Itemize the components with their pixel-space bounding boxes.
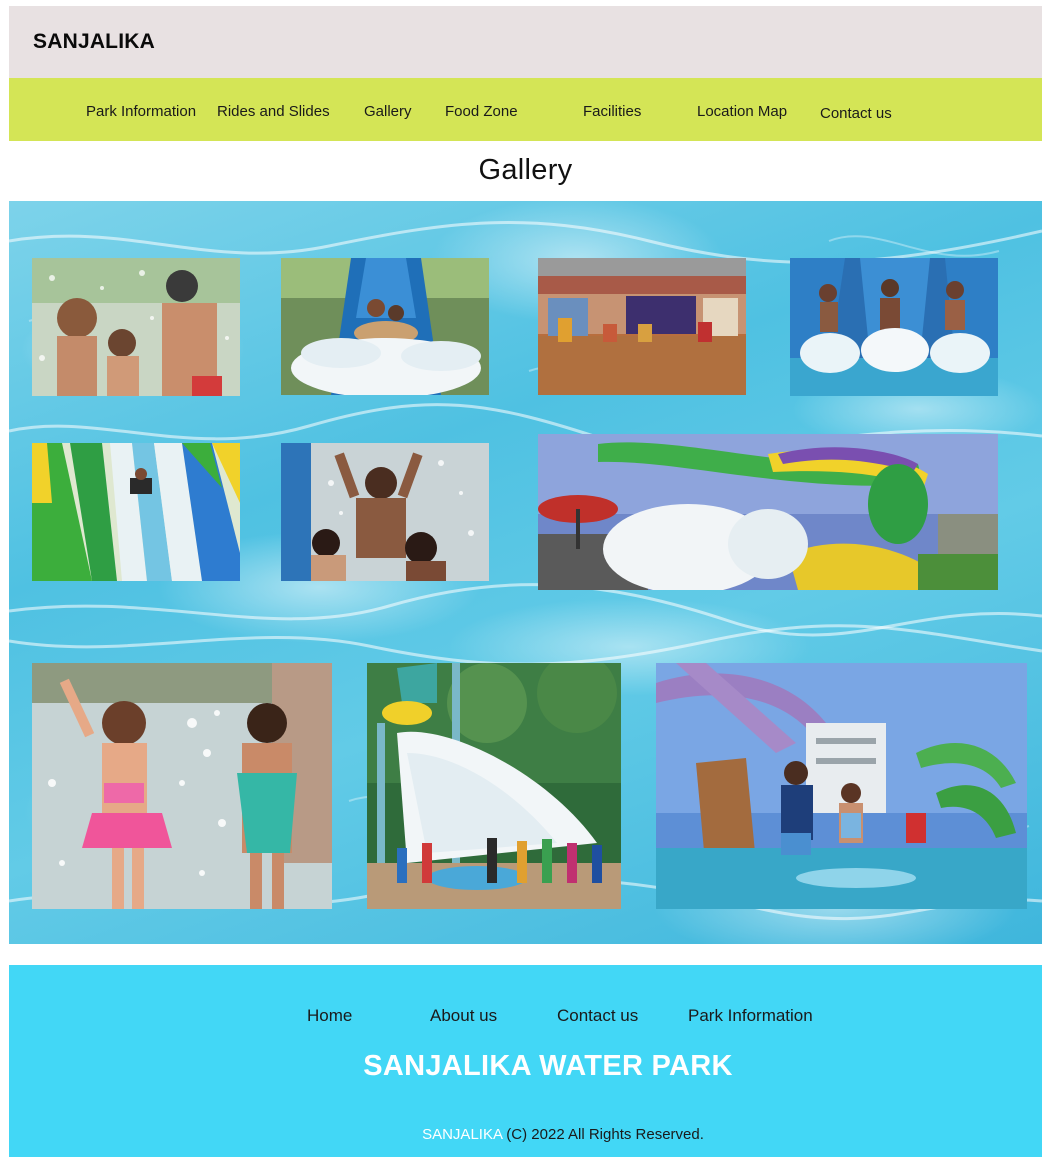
nav-location-map[interactable]: Location Map bbox=[697, 103, 787, 120]
mat-racer-image bbox=[32, 443, 240, 581]
gallery-photo-boy-water-play[interactable] bbox=[281, 443, 489, 581]
nav-contact-us[interactable]: Contact us bbox=[820, 105, 892, 122]
copyright-text: (C) 2022 All Rights Reserved. bbox=[502, 1126, 704, 1143]
page: SANJALIKA Park Information Rides and Sli… bbox=[9, 6, 1042, 1157]
nav-gallery[interactable]: Gallery bbox=[364, 103, 412, 120]
footer-link-home[interactable]: Home bbox=[307, 1006, 352, 1026]
copyright-brand: SANJALIKA bbox=[422, 1126, 503, 1143]
water-slide-tower-image bbox=[538, 434, 998, 590]
gallery-photo-water-slide-tower[interactable] bbox=[538, 434, 998, 590]
gallery-photo-resort-pool[interactable] bbox=[656, 663, 1027, 909]
nav-food-zone[interactable]: Food Zone bbox=[445, 103, 518, 120]
page-title: Gallery bbox=[478, 154, 573, 186]
slide-splash-image bbox=[790, 258, 998, 396]
gallery-photo-tipping-bucket[interactable] bbox=[367, 663, 621, 909]
gallery-photo-slide-splash[interactable] bbox=[790, 258, 998, 396]
nav-park-information[interactable]: Park Information bbox=[86, 103, 196, 120]
tipping-bucket-image bbox=[367, 663, 621, 909]
site-header: SANJALIKA bbox=[9, 6, 1042, 78]
main-nav: Park Information Rides and Slides Galler… bbox=[9, 78, 1042, 141]
gallery-photo-family-splash[interactable] bbox=[32, 258, 240, 396]
site-footer: Home About us Contact us Park Informatio… bbox=[9, 965, 1042, 1157]
boy-water-play-image bbox=[281, 443, 489, 581]
gallery-photo-raft-slide[interactable] bbox=[281, 258, 489, 395]
nav-facilities[interactable]: Facilities bbox=[583, 103, 641, 120]
copyright-notice: SANJALIKA (C) 2022 All Rights Reserved. bbox=[9, 1126, 1042, 1143]
family-splash-image bbox=[32, 258, 240, 396]
footer-link-contact-us[interactable]: Contact us bbox=[557, 1006, 638, 1026]
footer-title: SANJALIKA WATER PARK bbox=[363, 1050, 733, 1082]
gallery-photo-girls-splashing[interactable] bbox=[32, 663, 332, 909]
footer-link-park-information[interactable]: Park Information bbox=[688, 1006, 813, 1026]
gallery-photo-mat-racer[interactable] bbox=[32, 443, 240, 581]
nav-rides-and-slides[interactable]: Rides and Slides bbox=[217, 103, 330, 120]
gallery-photo-magic-show[interactable] bbox=[538, 258, 746, 395]
girls-splashing-image bbox=[32, 663, 332, 909]
resort-pool-image bbox=[656, 663, 1027, 909]
site-logo-text[interactable]: SANJALIKA bbox=[33, 30, 155, 54]
magic-show-image bbox=[538, 258, 746, 395]
raft-slide-image bbox=[281, 258, 489, 395]
gallery-section bbox=[9, 201, 1042, 944]
footer-link-about-us[interactable]: About us bbox=[430, 1006, 497, 1026]
